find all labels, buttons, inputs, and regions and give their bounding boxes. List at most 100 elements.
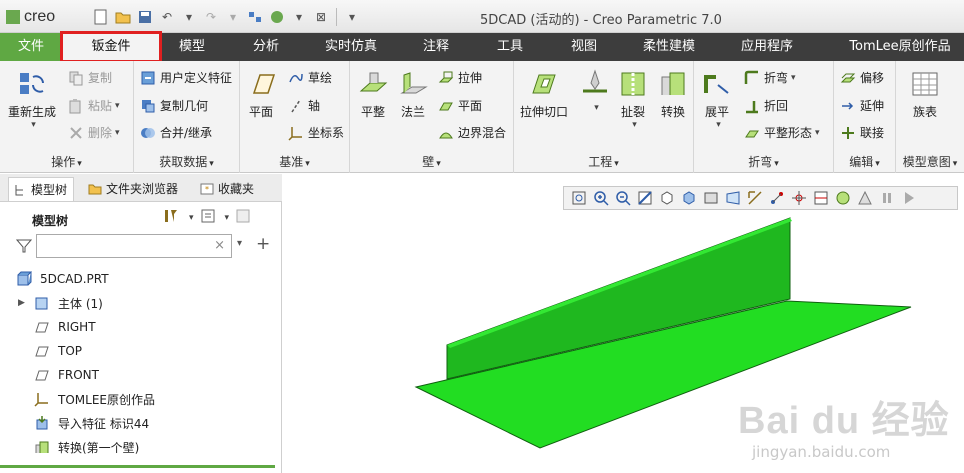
show-list-icon[interactable] [200,208,216,227]
plane-wall-icon [439,102,453,110]
tree-item-body[interactable]: ▶ 主体 (1) [18,292,103,314]
tab-flexible-modeling[interactable]: 柔性建模 [636,33,702,61]
save-icon[interactable] [136,8,154,26]
axis-button[interactable]: 轴 [288,97,320,114]
extrude-wall-button[interactable]: 拉伸 [438,69,482,86]
tab-analysis[interactable]: 分析 [240,33,292,61]
offset-button[interactable]: 偏移 [840,69,884,86]
expand-icon[interactable]: ▶ [18,298,30,308]
add-filter-icon[interactable]: + [256,234,270,254]
group-engineering-label[interactable]: 工程 ▾ [514,153,693,170]
clear-filter-icon[interactable]: × [214,238,225,253]
tab-tools[interactable]: 工具 [484,33,536,61]
tree-filter-input[interactable] [37,235,207,257]
tree-item-front[interactable]: FRONT [34,364,99,386]
group-operations: 重新生成 ▾ 复制 粘贴 ▾ 删除 ▾ 操作 ▾ [0,61,134,173]
sketch-button[interactable]: 草绘 [288,69,332,86]
rip-label: 扯裂 [620,105,645,119]
copy-geometry-button[interactable]: 复制几何 [140,97,208,114]
paste-dropdown-icon[interactable]: ▾ [115,101,120,111]
customize-toolbar-icon[interactable]: ▾ [343,8,361,26]
punch-button[interactable]: ▾ [580,69,610,113]
paste-button[interactable]: 粘贴 ▾ [68,97,120,114]
family-table-button[interactable]: 族表 [910,69,940,120]
tab-favorites[interactable]: * 收藏夹 [196,177,260,201]
regenerate-button[interactable]: 重新生成 ▾ [8,69,56,130]
show-dropdown-icon[interactable]: ▾ [225,213,230,223]
tab-model-tree[interactable]: 模型树 [8,177,75,201]
tree-item-top[interactable]: TOP [34,340,82,362]
tree-item-convert[interactable]: 转换(第一个壁) [34,436,139,458]
copy-button[interactable]: 复制 [68,69,112,86]
close-window-icon[interactable]: ⊠ [312,8,330,26]
ribbon-panel: 重新生成 ▾ 复制 粘贴 ▾ 删除 ▾ 操作 ▾ 用户定义特征 复制几何 合并/… [0,61,964,173]
filter-icon[interactable] [15,238,33,257]
undo-icon[interactable]: ↶ [158,8,176,26]
punch-dropdown-icon[interactable]: ▾ [594,103,599,113]
windows-icon[interactable] [268,8,286,26]
tree-item-right[interactable]: RIGHT [34,316,96,338]
udf-icon [141,71,155,84]
extrude-cut-icon [532,74,556,94]
tab-model[interactable]: 模型 [166,33,218,61]
group-model-intent-label[interactable]: 模型意图 ▾ [896,153,964,170]
delete-dropdown-icon[interactable]: ▾ [115,128,120,138]
redo-dropdown-icon[interactable]: ▾ [224,8,242,26]
flatten-form-button[interactable]: 平整形态 ▾ [744,124,820,141]
csys-button[interactable]: 坐标系 [288,124,344,141]
window-dropdown-icon[interactable]: ▾ [290,8,308,26]
extrude-cut-button[interactable]: 拉伸切口 [520,69,568,120]
tab-view[interactable]: 视图 [558,33,610,61]
tab-applications[interactable]: 应用程序 [734,33,800,61]
settings-tools-icon[interactable] [162,208,180,227]
flat-wall-button[interactable]: 平整 [358,69,388,120]
merge-inherit-button[interactable]: 合并/继承 [140,124,212,141]
group-bend-label[interactable]: 折弯 ▾ [694,153,833,170]
tree-item-part[interactable]: 5DCAD.PRT [16,268,109,290]
flatten-form-dropdown-icon[interactable]: ▾ [815,128,820,138]
group-wall-label[interactable]: 壁 ▾ [350,153,513,170]
filter-dropdown-icon[interactable]: ▾ [237,238,242,249]
tree-item-import-feature[interactable]: 导入特征 标识44 [34,412,149,434]
flange-wall-button[interactable]: 法兰 [398,69,428,120]
bend-back-button[interactable]: 折回 [744,97,788,114]
tab-tomlee[interactable]: TomLee原创作品 [836,33,964,61]
tab-live-simulation[interactable]: 实时仿真 [318,33,384,61]
tab-sheetmetal[interactable]: 钣金件 [60,31,162,63]
tab-file[interactable]: 文件 [0,33,62,61]
regenerate-dropdown-icon[interactable]: ▾ [31,120,36,130]
copy-geometry-icon [142,99,155,112]
tab-folder-browser[interactable]: 文件夹浏览器 [84,177,184,201]
graphics-viewport[interactable]: Bai du 经验 jingyan.baidu.com [283,174,964,473]
settings-dropdown-icon[interactable]: ▾ [189,213,194,223]
open-folder-icon[interactable] [114,8,132,26]
group-operations-label[interactable]: 操作 ▾ [0,153,133,170]
new-file-icon[interactable] [92,8,110,26]
undo-dropdown-icon[interactable]: ▾ [180,8,198,26]
extend-button[interactable]: 延伸 [840,97,884,114]
title-bar: creo ↶ ▾ ↷ ▾ ▾ ⊠ ▾ 5DCAD (活动的) - Creo Pa… [0,0,964,33]
unbend-dropdown-icon[interactable]: ▾ [716,120,721,130]
datum-plane-button[interactable]: 平面 [246,69,276,120]
bend-dropdown-icon[interactable]: ▾ [791,73,796,83]
regenerate-quick-icon[interactable] [246,8,264,26]
delete-button[interactable]: 删除 ▾ [68,124,120,141]
boundary-blend-button[interactable]: 边界混合 [438,124,506,141]
plane-wall-button[interactable]: 平面 [438,97,482,114]
group-get-data-label[interactable]: 获取数据 ▾ [134,153,239,170]
tree-item-csys[interactable]: TOMLEE原创作品 [34,388,155,410]
group-datum-label[interactable]: 基准 ▾ [240,153,349,170]
rip-button[interactable]: 扯裂 ▾ [618,69,648,130]
join-button[interactable]: 联接 [840,124,884,141]
logo-text: creo [24,8,56,25]
udf-button[interactable]: 用户定义特征 [140,69,232,86]
convert-button[interactable]: 转换 [658,69,688,120]
group-edit-label[interactable]: 编辑 ▾ [834,153,895,170]
bend-button[interactable]: 折弯 ▾ [744,69,796,86]
tree-columns-icon[interactable] [235,208,251,227]
boundary-blend-label: 边界混合 [458,126,507,140]
unbend-button[interactable]: 展平 ▾ [702,69,732,130]
tab-annotate[interactable]: 注释 [410,33,462,61]
redo-icon[interactable]: ↷ [202,8,220,26]
rip-dropdown-icon[interactable]: ▾ [632,120,637,130]
